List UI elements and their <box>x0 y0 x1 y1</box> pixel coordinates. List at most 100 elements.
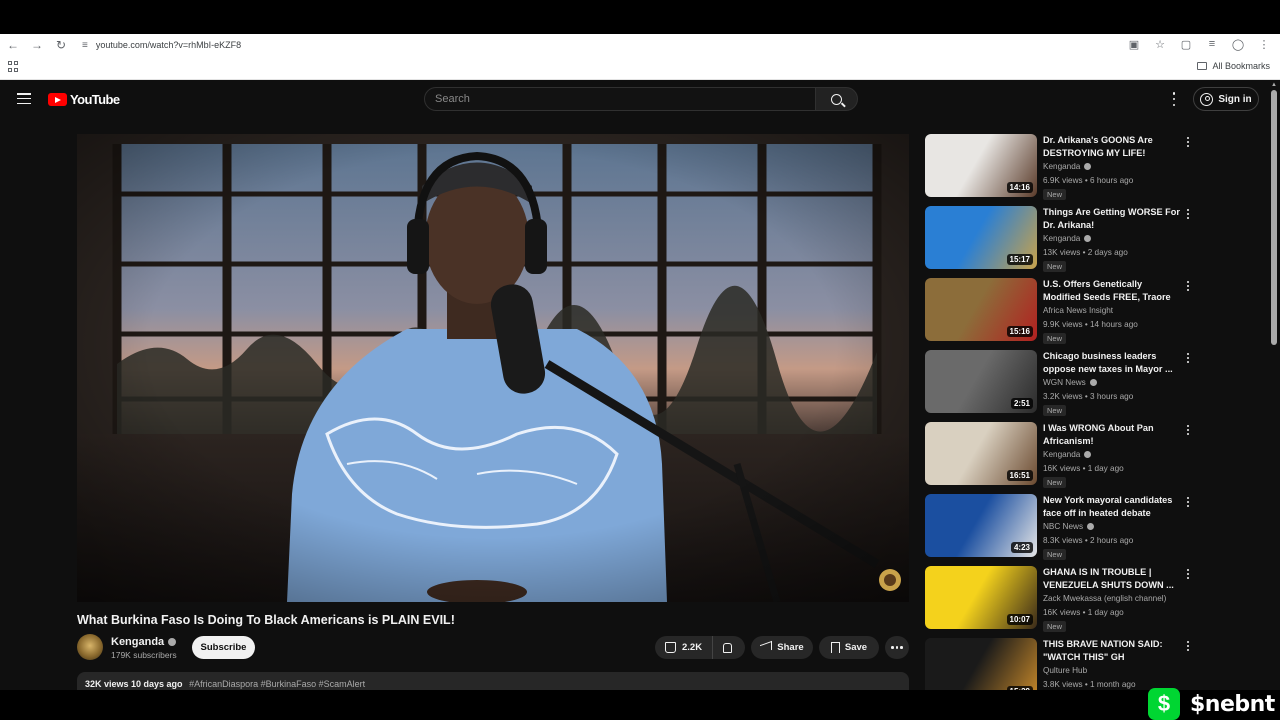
scroll-up-arrow-icon[interactable]: ▲ <box>1271 82 1277 88</box>
description-box[interactable]: 32K views 10 days ago #AfricanDiaspora #… <box>77 672 909 690</box>
channel-watermark-icon[interactable] <box>877 568 903 592</box>
video-thumbnail[interactable]: 14:16 <box>925 134 1037 197</box>
new-badge: New <box>1043 405 1067 416</box>
reading-list-icon[interactable]: ≡ <box>1204 36 1220 52</box>
all-bookmarks-button[interactable]: All Bookmarks <box>1197 61 1270 71</box>
more-vertical-icon[interactable] <box>1186 209 1190 219</box>
more-vertical-icon[interactable] <box>1186 353 1190 363</box>
recommended-channel[interactable]: Kenganda <box>1043 162 1092 171</box>
recommended-video[interactable]: 14:16 Dr. Arikana's GOONS Are DESTROYING … <box>925 134 1195 200</box>
save-label: Save <box>844 642 868 653</box>
dislike-button[interactable] <box>713 642 741 653</box>
back-arrow-icon[interactable]: ← <box>2 34 24 56</box>
more-vertical-icon[interactable] <box>1186 497 1190 507</box>
recommended-video[interactable]: 2:51 Chicago business leaders oppose new … <box>925 350 1195 416</box>
recommended-video[interactable]: 15:17 Things Are Getting WORSE For Dr. Ar… <box>925 206 1195 272</box>
more-vertical-icon[interactable] <box>1186 569 1190 579</box>
verified-icon <box>168 638 177 646</box>
video-duration: 15:16 <box>1006 326 1033 337</box>
like-dislike-group: 2.2K <box>655 636 745 659</box>
more-actions-button[interactable] <box>885 636 909 659</box>
views-date: 32K views 10 days ago <box>85 679 183 689</box>
hashtags[interactable]: #AfricanDiaspora #BurkinaFaso #ScamAlert <box>189 679 365 689</box>
recommended-views: 3.2K views • 3 hours ago <box>1043 392 1134 401</box>
recommended-channel[interactable]: WGN News <box>1043 378 1097 387</box>
recommended-video-title[interactable]: New York mayoral candidates face off in … <box>1043 494 1181 520</box>
bookmark-star-icon[interactable]: ☆ <box>1152 36 1168 52</box>
recommended-video[interactable]: 15:16 U.S. Offers Genetically Modified Se… <box>925 278 1195 344</box>
more-vertical-icon[interactable] <box>1186 641 1190 651</box>
recommended-video[interactable]: 4:23 New York mayoral candidates face off… <box>925 494 1195 560</box>
recommended-channel[interactable]: Kenganda <box>1043 450 1092 459</box>
more-vertical-icon[interactable] <box>1186 425 1190 435</box>
recommended-channel[interactable]: NBC News <box>1043 522 1095 531</box>
recommended-video[interactable]: 15:29THIS BRAVE NATION SAID: "WATCH THIS… <box>925 638 1195 690</box>
top-black-bar <box>0 0 1280 34</box>
video-thumbnail[interactable]: 10:07 <box>925 566 1037 629</box>
video-thumbnail[interactable]: 2:51 <box>925 350 1037 413</box>
share-icon <box>760 640 773 655</box>
video-duration: 15:17 <box>1006 254 1033 265</box>
new-badge: New <box>1043 621 1067 632</box>
reload-icon[interactable]: ↻ <box>50 34 72 56</box>
bottom-black-bar <box>0 690 1280 720</box>
verified-icon <box>1089 379 1097 386</box>
cashapp-overlay: $ $nebnt <box>1148 688 1275 720</box>
channel-avatar[interactable] <box>77 634 103 660</box>
apps-grid-icon[interactable] <box>8 61 20 73</box>
sign-in-button[interactable]: Sign in <box>1193 87 1259 111</box>
recommended-video-title[interactable]: U.S. Offers Genetically Modified Seeds F… <box>1043 278 1181 304</box>
search-input[interactable] <box>435 93 815 105</box>
video-thumbnail[interactable]: 15:17 <box>925 206 1037 269</box>
search-button[interactable] <box>815 87 858 111</box>
recommended-channel[interactable]: Zack Mwekassa (english channel) <box>1043 594 1166 603</box>
recommended-views: 8.3K views • 2 hours ago <box>1043 536 1134 545</box>
like-button[interactable]: 2.2K <box>655 636 714 659</box>
verified-icon <box>1084 235 1092 242</box>
share-label: Share <box>777 642 804 653</box>
cast-icon[interactable]: ▢ <box>1178 36 1194 52</box>
recommended-video-title[interactable]: THIS BRAVE NATION SAID: "WATCH THIS" GH <box>1043 638 1181 664</box>
recommended-video[interactable]: 16:51 I Was WRONG About Pan Africanism! Ke… <box>925 422 1195 488</box>
save-button[interactable]: Save <box>819 636 879 659</box>
sign-in-label: Sign in <box>1218 93 1252 105</box>
forward-arrow-icon[interactable]: → <box>26 34 48 56</box>
recommended-video-title[interactable]: Dr. Arikana's GOONS Are DESTROYING MY LI… <box>1043 134 1181 160</box>
browser-menu-icon[interactable]: ⋮ <box>1256 36 1272 52</box>
menu-icon[interactable] <box>17 93 31 104</box>
video-frame <box>77 134 909 602</box>
video-duration: 4:23 <box>1010 542 1033 553</box>
video-player[interactable] <box>77 134 909 602</box>
thumbs-up-icon <box>665 642 676 653</box>
more-vertical-icon[interactable] <box>1186 281 1190 291</box>
thumbs-down-icon <box>722 642 732 653</box>
video-thumbnail[interactable]: 15:29 <box>925 638 1037 690</box>
scrollbar[interactable] <box>1271 90 1277 345</box>
video-thumbnail[interactable]: 4:23 <box>925 494 1037 557</box>
address-bar[interactable]: ≡ youtube.com/watch?v=rhMbI-eKZF8 <box>82 36 1102 54</box>
recommended-video-title[interactable]: Chicago business leaders oppose new taxe… <box>1043 350 1181 376</box>
recommended-video[interactable]: 10:07 GHANA IS IN TROUBLE | VENEZUELA SHU… <box>925 566 1195 632</box>
install-icon[interactable]: ▣ <box>1126 36 1142 52</box>
recommended-video-title[interactable]: I Was WRONG About Pan Africanism! <box>1043 422 1181 448</box>
recommended-channel-name: Kenganda <box>1043 450 1081 459</box>
settings-kebab-icon[interactable] <box>1170 92 1178 106</box>
recommended-channel[interactable]: Kenganda <box>1043 234 1092 243</box>
video-thumbnail[interactable]: 16:51 <box>925 422 1037 485</box>
video-thumbnail[interactable]: 15:16 <box>925 278 1037 341</box>
subscribe-button[interactable]: Subscribe <box>192 636 255 659</box>
channel-name[interactable]: Kenganda <box>111 636 177 648</box>
recommended-channel-name: WGN News <box>1043 378 1086 387</box>
recommended-video-title[interactable]: GHANA IS IN TROUBLE | VENEZUELA SHUTS DO… <box>1043 566 1181 592</box>
share-button[interactable]: Share <box>751 636 813 659</box>
recommended-video-title[interactable]: Things Are Getting WORSE For Dr. Arikana… <box>1043 206 1181 232</box>
verified-icon <box>1084 163 1092 170</box>
browser-toolbar: ← → ↻ ≡ youtube.com/watch?v=rhMbI-eKZF8 … <box>0 34 1280 80</box>
new-badge: New <box>1043 189 1067 200</box>
profile-icon[interactable]: ◯ <box>1230 36 1246 52</box>
more-vertical-icon[interactable] <box>1186 137 1190 147</box>
youtube-logo[interactable]: YouTube <box>48 92 120 107</box>
site-info-icon[interactable]: ≡ <box>82 40 88 51</box>
recommended-channel[interactable]: Africa News Insight <box>1043 306 1113 315</box>
recommended-channel[interactable]: Qulture Hub <box>1043 666 1087 675</box>
